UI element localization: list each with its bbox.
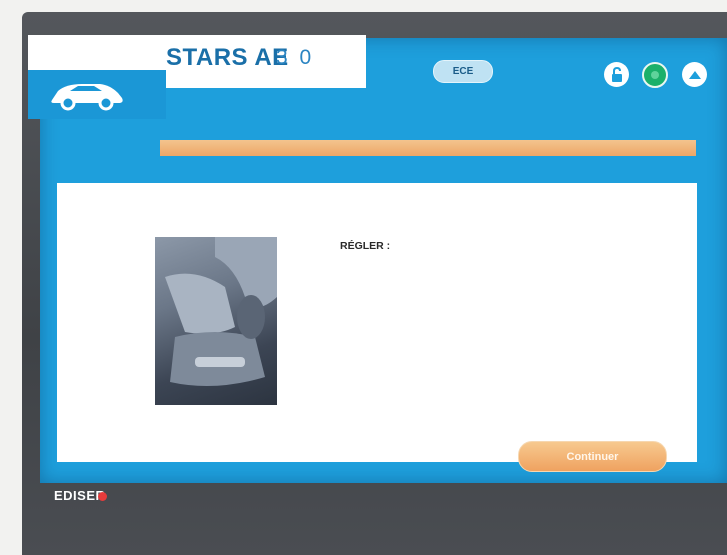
lock-button[interactable] (604, 62, 629, 87)
status-icon (651, 71, 659, 79)
lock-icon (611, 66, 622, 82)
adjust-heading: RÉGLER : (340, 240, 391, 252)
app-version: 3 0 (276, 46, 315, 69)
app-title: STARS AE (166, 44, 289, 71)
arrow-up-icon (688, 70, 701, 79)
continue-button[interactable]: Continuer (518, 441, 667, 472)
step-progress-bar (160, 140, 696, 156)
seat-photo-graphic (165, 237, 277, 386)
status-button[interactable] (642, 62, 668, 88)
content-panel (57, 183, 697, 462)
ediser-logo-dot (98, 492, 107, 501)
seat-photo (155, 237, 277, 405)
car-icon (51, 84, 123, 111)
user-badge[interactable]: ECE (433, 60, 493, 83)
up-button[interactable] (682, 62, 707, 87)
